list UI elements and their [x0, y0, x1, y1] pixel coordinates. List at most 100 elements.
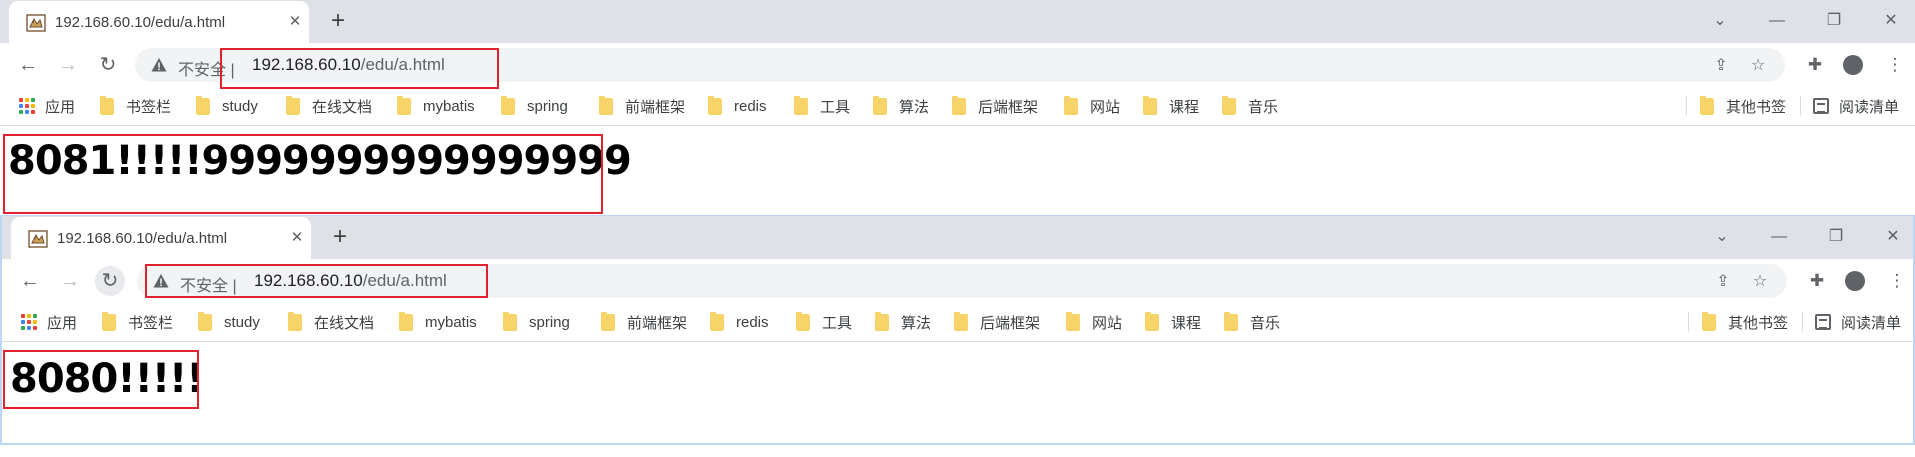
bookmark-folder[interactable]: 在线文档 — [288, 311, 374, 332]
puzzle-icon[interactable]: ✚ — [1805, 269, 1829, 293]
folder-icon — [397, 95, 411, 115]
bookmark-folder[interactable]: 后端框架 — [952, 95, 1038, 116]
bookmark-folder[interactable]: 课程 — [1143, 95, 1199, 116]
folder-icon — [196, 95, 210, 115]
bookmarks-divider — [1802, 312, 1803, 332]
folder-icon — [708, 95, 722, 115]
bookmark-folder[interactable]: 工具 — [794, 95, 850, 116]
bookmark-folder[interactable]: study — [196, 95, 258, 116]
bookmark-other[interactable]: 其他书签 — [1700, 95, 1786, 116]
folder-icon — [601, 311, 615, 331]
bookmark-folder[interactable]: 算法 — [873, 95, 929, 116]
minimize-icon[interactable]: — — [1759, 224, 1799, 250]
forward-arrow-icon[interactable]: → — [55, 266, 85, 296]
bookmark-star-icon[interactable]: ☆ — [1747, 55, 1769, 77]
annotation-box-heading-2 — [3, 350, 199, 409]
tab-close-icon[interactable]: ✕ — [287, 228, 307, 248]
warning-triangle-icon — [151, 58, 167, 72]
bookmark-folder[interactable]: 在线文档 — [286, 95, 372, 116]
reading-list[interactable]: 阅读清单 — [1815, 312, 1901, 332]
back-arrow-icon[interactable]: ← — [13, 50, 43, 80]
tab-active[interactable]: 192.168.60.10/edu/a.html ✕ — [11, 217, 311, 259]
folder-icon — [503, 311, 517, 331]
close-window-icon[interactable]: ✕ — [1871, 8, 1911, 34]
bookmark-folder[interactable]: study — [198, 311, 260, 332]
bookmark-star-icon[interactable]: ☆ — [1749, 271, 1771, 293]
bookmarks-divider — [1688, 312, 1689, 332]
reading-list-icon — [1813, 98, 1829, 114]
folder-icon — [1224, 311, 1238, 331]
folder-icon — [1702, 311, 1716, 331]
tab-search-chevron-icon[interactable]: ⌄ — [1700, 8, 1740, 34]
reload-icon[interactable]: ↻ — [93, 50, 123, 80]
kebab-menu-icon[interactable]: ⋮ — [1883, 53, 1907, 77]
reload-icon[interactable]: ↻ — [95, 266, 125, 296]
bookmark-folder[interactable]: 工具 — [796, 311, 852, 332]
bookmark-folder[interactable]: 网站 — [1066, 311, 1122, 332]
bookmark-folder[interactable]: redis — [708, 95, 767, 116]
folder-icon — [100, 95, 114, 115]
apps-grid-icon — [21, 314, 37, 330]
restore-icon[interactable]: ❐ — [1816, 224, 1856, 250]
profile-icon[interactable] — [1845, 271, 1865, 291]
bookmark-folder[interactable]: spring — [501, 95, 568, 116]
page-content: 8080!!!!! — [2, 343, 1913, 443]
folder-icon — [599, 95, 613, 115]
folder-icon — [952, 95, 966, 115]
back-arrow-icon[interactable]: ← — [15, 266, 45, 296]
new-tab-icon[interactable]: + — [325, 9, 351, 35]
puzzle-icon[interactable]: ✚ — [1803, 53, 1827, 77]
tab-search-chevron-icon[interactable]: ⌄ — [1702, 224, 1742, 250]
bookmark-folder[interactable]: 前端框架 — [601, 311, 687, 332]
bookmark-folder[interactable]: redis — [710, 311, 769, 332]
bookmarks-bar: 应用 书签栏 study 在线文档 mybatis spring 前端框架 re… — [2, 302, 1913, 342]
bookmark-apps[interactable]: 应用 — [21, 312, 77, 332]
restore-icon[interactable]: ❐ — [1814, 8, 1854, 34]
bookmark-folder[interactable]: 后端框架 — [954, 311, 1040, 332]
share-icon[interactable]: ⇪ — [1710, 55, 1732, 77]
forward-arrow-icon[interactable]: → — [53, 50, 83, 80]
reading-list[interactable]: 阅读清单 — [1813, 96, 1899, 116]
folder-icon — [710, 311, 724, 331]
tomcat-icon — [26, 14, 46, 32]
folder-icon — [198, 311, 212, 331]
bookmark-folder[interactable]: 课程 — [1145, 311, 1201, 332]
folder-icon — [794, 95, 808, 115]
folder-icon — [1700, 95, 1714, 115]
bookmark-other[interactable]: 其他书签 — [1702, 311, 1788, 332]
folder-icon — [1143, 95, 1157, 115]
bookmark-folder[interactable]: mybatis — [399, 311, 477, 332]
kebab-menu-icon[interactable]: ⋮ — [1885, 269, 1909, 293]
new-tab-icon[interactable]: + — [327, 225, 353, 251]
bookmark-folder[interactable]: 书签栏 — [102, 311, 173, 332]
tomcat-icon — [28, 230, 48, 248]
bookmark-folder[interactable]: 音乐 — [1224, 311, 1280, 332]
bookmark-folder[interactable]: 算法 — [875, 311, 931, 332]
bookmark-folder[interactable]: 书签栏 — [100, 95, 171, 116]
annotation-box-heading-1 — [3, 134, 603, 214]
share-icon[interactable]: ⇪ — [1712, 271, 1734, 293]
profile-icon[interactable] — [1843, 55, 1863, 75]
folder-icon — [954, 311, 968, 331]
bookmark-folder[interactable]: 前端框架 — [599, 95, 685, 116]
browser-window-2: 192.168.60.10/edu/a.html ✕ + ⌄ — ❐ ✕ ← →… — [0, 215, 1915, 445]
annotation-box-url-2 — [145, 264, 488, 298]
annotation-box-url-1 — [220, 48, 499, 89]
bookmarks-divider — [1686, 96, 1687, 116]
folder-icon — [875, 311, 889, 331]
folder-icon — [501, 95, 515, 115]
bookmark-folder[interactable]: mybatis — [397, 95, 475, 116]
bookmark-folder[interactable]: spring — [503, 311, 570, 332]
folder-icon — [873, 95, 887, 115]
tab-active[interactable]: 192.168.60.10/edu/a.html ✕ — [9, 1, 309, 43]
bookmark-folder[interactable]: 音乐 — [1222, 95, 1278, 116]
tab-title: 192.168.60.10/edu/a.html — [55, 14, 226, 31]
bookmark-apps[interactable]: 应用 — [19, 96, 75, 116]
bookmark-folder[interactable]: 网站 — [1064, 95, 1120, 116]
folder-icon — [1222, 95, 1236, 115]
close-window-icon[interactable]: ✕ — [1873, 224, 1913, 250]
tab-close-icon[interactable]: ✕ — [285, 12, 305, 32]
tab-strip: 192.168.60.10/edu/a.html ✕ + ⌄ — ❐ ✕ — [2, 216, 1913, 259]
minimize-icon[interactable]: — — [1757, 8, 1797, 34]
folder-icon — [399, 311, 413, 331]
